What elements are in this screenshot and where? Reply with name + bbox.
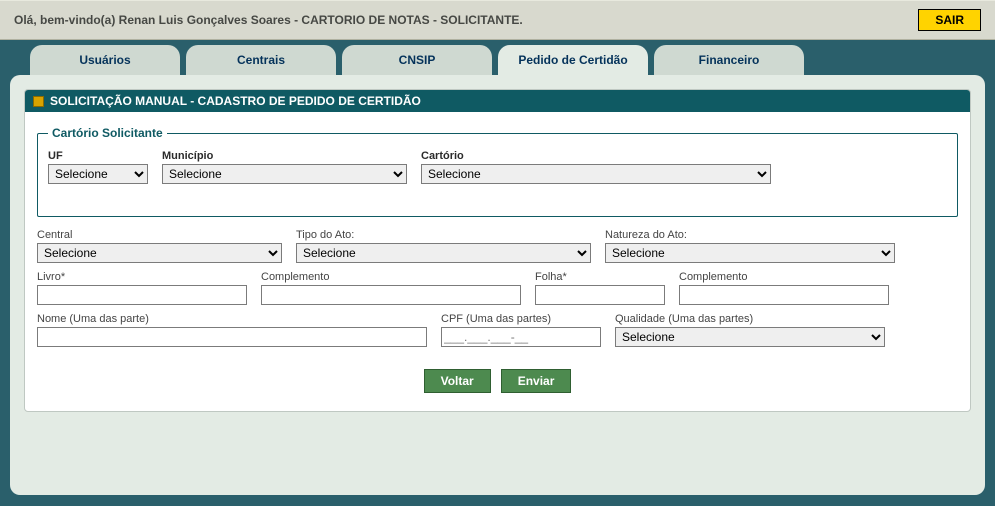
select-cartorio[interactable]: Selecione: [421, 164, 771, 184]
panel-title-text: SOLICITAÇÃO MANUAL - CADASTRO DE PEDIDO …: [50, 94, 421, 108]
exit-button[interactable]: SAIR: [918, 9, 981, 31]
input-nome[interactable]: [37, 327, 427, 347]
action-row: Voltar Enviar: [37, 369, 958, 393]
label-complemento-1: Complemento: [261, 271, 521, 283]
folder-icon: [33, 96, 44, 107]
welcome-text: Olá, bem-vindo(a) Renan Luis Gonçalves S…: [14, 13, 523, 27]
label-tipo-ato: Tipo do Ato:: [296, 229, 591, 241]
label-folha: Folha*: [535, 271, 665, 283]
topbar: Olá, bem-vindo(a) Renan Luis Gonçalves S…: [0, 0, 995, 40]
input-complemento-1[interactable]: [261, 285, 521, 305]
enviar-button[interactable]: Enviar: [501, 369, 572, 393]
label-nome: Nome (Uma das parte): [37, 313, 427, 325]
tab-cnsip[interactable]: CNSIP: [342, 45, 492, 75]
label-complemento-2: Complemento: [679, 271, 889, 283]
tab-pedido-certidao[interactable]: Pedido de Certidão: [498, 45, 648, 75]
fieldset-legend: Cartório Solicitante: [48, 126, 167, 140]
select-qualidade[interactable]: Selecione: [615, 327, 885, 347]
tab-centrais[interactable]: Centrais: [186, 45, 336, 75]
label-municipio: Município: [162, 150, 407, 162]
app-area: Usuários Centrais CNSIP Pedido de Certid…: [0, 40, 995, 505]
input-complemento-2[interactable]: [679, 285, 889, 305]
input-folha[interactable]: [535, 285, 665, 305]
panel-title-bar: SOLICITAÇÃO MANUAL - CADASTRO DE PEDIDO …: [25, 90, 970, 112]
label-natureza-ato: Natureza do Ato:: [605, 229, 895, 241]
tab-usuarios[interactable]: Usuários: [30, 45, 180, 75]
select-municipio[interactable]: Selecione: [162, 164, 407, 184]
label-qualidade: Qualidade (Uma das partes): [615, 313, 885, 325]
label-livro: Livro*: [37, 271, 247, 283]
select-tipo-ato[interactable]: Selecione: [296, 243, 591, 263]
label-cartorio: Cartório: [421, 150, 771, 162]
select-natureza-ato[interactable]: Selecione: [605, 243, 895, 263]
panel-box: SOLICITAÇÃO MANUAL - CADASTRO DE PEDIDO …: [24, 89, 971, 412]
main-panel: SOLICITAÇÃO MANUAL - CADASTRO DE PEDIDO …: [10, 75, 985, 495]
label-uf: UF: [48, 150, 148, 162]
tab-financeiro[interactable]: Financeiro: [654, 45, 804, 75]
input-cpf[interactable]: [441, 327, 601, 347]
voltar-button[interactable]: Voltar: [424, 369, 491, 393]
fieldset-solicitante: Cartório Solicitante UF Selecione Municí…: [37, 126, 958, 217]
tabs: Usuários Centrais CNSIP Pedido de Certid…: [30, 45, 985, 75]
select-central[interactable]: Selecione: [37, 243, 282, 263]
label-central: Central: [37, 229, 282, 241]
label-cpf: CPF (Uma das partes): [441, 313, 601, 325]
select-uf[interactable]: Selecione: [48, 164, 148, 184]
input-livro[interactable]: [37, 285, 247, 305]
